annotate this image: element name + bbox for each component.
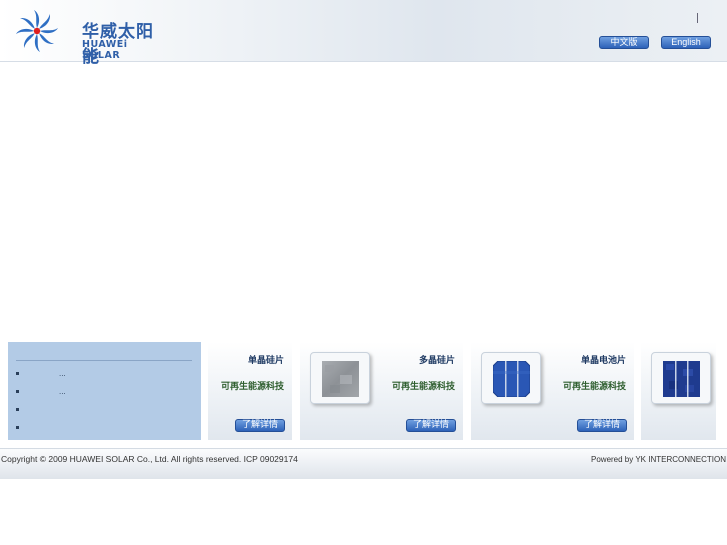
product-thumbnail[interactable] [481, 352, 541, 404]
news-item[interactable] [16, 423, 59, 435]
logo-english-name: HUAWEi SOLAR [82, 39, 128, 61]
product-thumbnail[interactable] [310, 352, 370, 404]
english-version-button[interactable]: English [661, 36, 711, 49]
product-title: 单晶硅片 [247, 356, 284, 366]
mono-solar-cell-icon [493, 361, 530, 397]
news-item[interactable] [16, 405, 59, 417]
learn-more-button[interactable]: 了解详情 [577, 419, 627, 432]
powered-by-link[interactable]: Powered by YK INTERCONNECTION [591, 455, 726, 464]
product-thumbnail[interactable] [651, 352, 711, 404]
product-card-mono-wafer: 单晶硅片 可再生能源科技 了解详情 [208, 342, 292, 440]
site-footer: Copyright © 2009 HUAWEI SOLAR Co., Ltd. … [0, 448, 727, 479]
product-subtitle: 可再生能源科技 [220, 382, 284, 392]
product-subtitle: 可再生能源科技 [562, 382, 626, 392]
poly-solar-cell-icon [663, 361, 700, 397]
product-card-mono-cell: 单晶电池片 可再生能源科技 了解详情 [471, 342, 634, 440]
product-title: 单晶电池片 [580, 356, 626, 366]
product-card-poly-cell [641, 342, 716, 440]
site-logo[interactable]: 华威太阳能 HUAWEi SOLAR [14, 6, 164, 67]
site-header: 华威太阳能 HUAWEi SOLAR 中文版 English [0, 0, 727, 67]
news-item-text: ... [59, 369, 66, 378]
chinese-version-button[interactable]: 中文版 [599, 36, 649, 49]
news-item-text: ... [59, 387, 66, 396]
bullet-icon [16, 408, 19, 412]
news-item[interactable]: ... [16, 369, 66, 381]
learn-more-button[interactable]: 了解详情 [406, 419, 456, 432]
copyright-text: Copyright © 2009 HUAWEI SOLAR Co., Ltd. … [1, 454, 298, 464]
bullet-icon [16, 372, 19, 376]
news-panel: ... ... [8, 342, 201, 440]
news-panel-divider [16, 360, 192, 361]
header-divider [697, 13, 698, 23]
product-card-multi-wafer: 多晶硅片 可再生能源科技 了解详情 [300, 342, 463, 440]
product-title: 多晶硅片 [418, 356, 455, 366]
news-item[interactable]: ... [16, 387, 66, 399]
learn-more-button[interactable]: 了解详情 [235, 419, 285, 432]
sun-flower-logo-icon [16, 10, 58, 52]
bullet-icon [16, 390, 19, 394]
product-subtitle: 可再生能源科技 [391, 382, 455, 392]
multicrystalline-wafer-icon [322, 361, 359, 397]
bullet-icon [16, 426, 19, 430]
